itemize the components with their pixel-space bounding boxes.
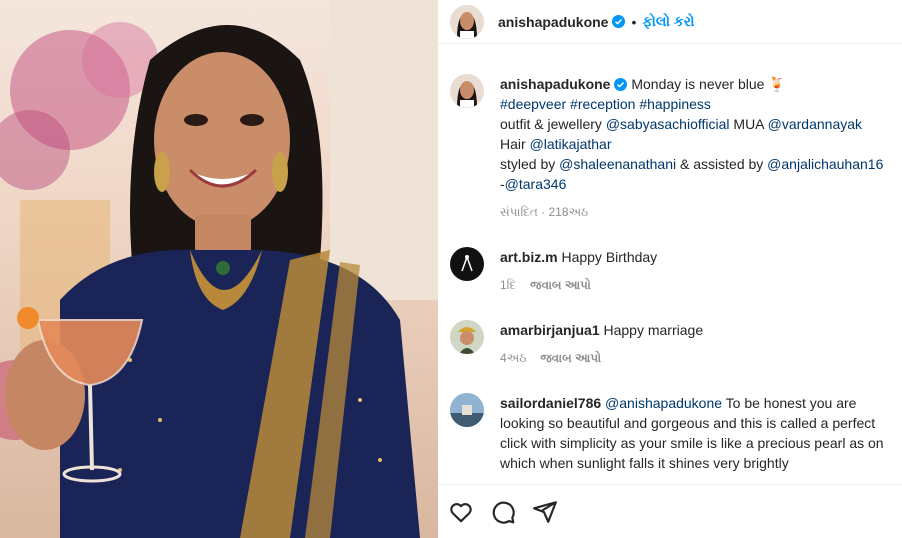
caption-username[interactable]: anishapadukone <box>500 76 610 92</box>
comment-text-line4: which when sunlight falls it shines very… <box>500 455 789 471</box>
comment-meta: 1દિ જવાબ આપો <box>500 275 902 295</box>
reply-button[interactable]: જવાબ આપો <box>530 278 591 292</box>
comment-avatar[interactable] <box>450 320 484 354</box>
comment-text: Happy marriage <box>599 322 704 338</box>
comment-avatar[interactable] <box>450 247 484 281</box>
comment-text: Happy Birthday <box>557 249 658 265</box>
caption-line4-prefix: Hair <box>500 136 530 152</box>
header-separator: • <box>631 13 637 30</box>
post-details-panel: anishapadukone • ફોલો કરો anishapadukone… <box>438 0 902 538</box>
mention-sabyasachi[interactable]: @sabyasachiofficial <box>606 116 730 132</box>
verified-badge-icon <box>614 78 628 91</box>
caption-avatar[interactable] <box>450 74 484 108</box>
comment-time: 4અઠ <box>500 351 527 365</box>
comment-body: sailordaniel786 @anishapadukone To be ho… <box>500 393 902 473</box>
share-button[interactable] <box>530 497 560 527</box>
post-header: anishapadukone • ફોલો કરો <box>438 0 902 44</box>
mention-shaleenanathani[interactable]: @shaleenanathani <box>559 156 676 172</box>
follow-button[interactable]: ફોલો કરો <box>642 13 694 30</box>
like-button[interactable] <box>446 497 476 527</box>
comment-body: art.biz.m Happy Birthday 1દિ જવાબ આપો <box>500 247 902 295</box>
comment-button[interactable] <box>488 497 518 527</box>
comment-username[interactable]: sailordaniel786 <box>500 395 601 411</box>
caption-text: anishapadukone Monday is never blue 🍹 #d… <box>500 74 902 222</box>
author-username[interactable]: anishapadukone <box>498 14 608 30</box>
mention-anjalichauhan16[interactable]: @anjalichauhan16 <box>767 156 883 172</box>
mention-latikajathar[interactable]: @latikajathar <box>530 136 612 152</box>
caption-line3-prefix: outfit & jewellery <box>500 116 606 132</box>
verified-badge-icon <box>612 15 626 28</box>
caption-first-line: Monday is never blue 🍹 <box>627 76 786 92</box>
mention-anishapadukone[interactable]: @anishapadukone <box>601 395 722 411</box>
caption-line5-prefix: styled by <box>500 156 560 172</box>
share-icon <box>533 500 557 523</box>
caption-meta: સંપાદિત · 218અઠ <box>500 205 589 219</box>
comment-avatar[interactable] <box>450 393 484 427</box>
caption: anishapadukone Monday is never blue 🍹 #d… <box>450 74 902 222</box>
comment-body: amarbirjanjua1 Happy marriage 4અઠ જવાબ આપ… <box>500 320 902 368</box>
comment-text-line3: click with simplicity as your smile is l… <box>500 435 884 451</box>
caption-line3-mid: MUA <box>729 116 768 132</box>
caption-line5-mid: & assisted by <box>676 156 768 172</box>
comment-text-line1: To be honest you are <box>722 395 857 411</box>
comment-username[interactable]: art.biz.m <box>500 249 558 265</box>
action-bar <box>438 484 902 538</box>
comment-item: amarbirjanjua1 Happy marriage 4અઠ જવાબ આપ… <box>450 320 902 368</box>
comment-time: 1દિ <box>500 278 517 292</box>
comment-item: sailordaniel786 @anishapadukone To be ho… <box>450 393 902 473</box>
comment-icon <box>492 501 515 524</box>
comment-meta: 4અઠ જવાબ આપો <box>500 348 902 368</box>
post-image <box>0 0 438 538</box>
comment-item: art.biz.m Happy Birthday 1દિ જવાબ આપો <box>450 247 902 295</box>
heart-icon <box>450 502 472 522</box>
post-photo[interactable] <box>0 0 438 538</box>
comment-username[interactable]: amarbirjanjua1 <box>500 322 600 338</box>
caption-hashtags[interactable]: #deepveer #reception #happiness <box>500 96 711 112</box>
comment-text-line2: looking so beautiful and gorgeous and th… <box>500 415 876 431</box>
mention-vardannayak[interactable]: @vardannayak <box>768 116 862 132</box>
mention-tara346[interactable]: @tara346 <box>505 176 567 192</box>
author-avatar[interactable] <box>450 4 484 39</box>
reply-button[interactable]: જવાબ આપો <box>540 351 601 365</box>
